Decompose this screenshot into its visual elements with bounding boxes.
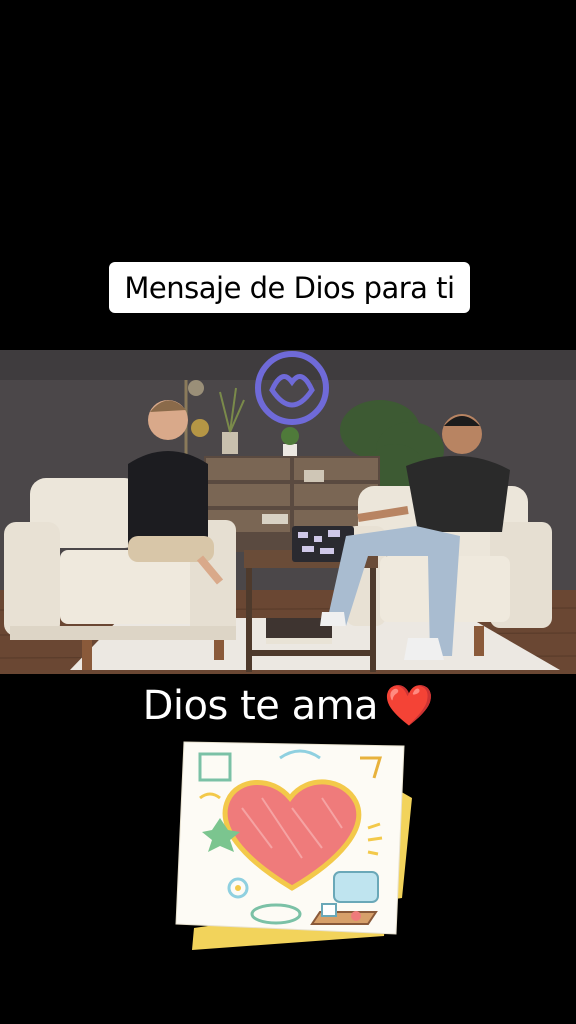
title-banner: Mensaje de Dios para ti [109, 262, 470, 313]
title-text: Mensaje de Dios para ti [124, 270, 455, 305]
interview-scene [0, 350, 576, 674]
video-frame[interactable] [0, 350, 576, 674]
red-heart-icon: ❤️ [384, 683, 434, 729]
caption-text: Dios te ama [142, 683, 379, 729]
doodle-heart-sticker[interactable] [172, 738, 417, 953]
sticker-art-icon [175, 741, 412, 950]
caption: Dios te ama ❤️ [0, 682, 576, 729]
